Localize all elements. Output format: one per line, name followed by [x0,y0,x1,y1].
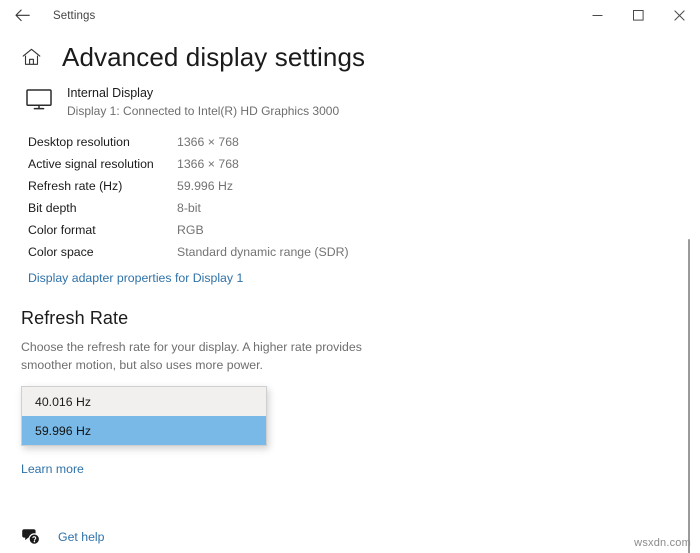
back-arrow-icon [14,9,30,22]
close-button[interactable] [659,0,700,31]
spec-value: 8-bit [177,201,201,216]
spec-label: Color format [28,223,96,238]
display-spec-table: Desktop resolution 1366 × 768 Active sig… [0,131,700,263]
learn-more-link[interactable]: Learn more [21,462,84,476]
learn-more-row: Learn more [0,460,700,478]
spec-label: Desktop resolution [28,135,130,150]
maximize-button[interactable] [618,0,659,31]
display-name: Internal Display [67,85,154,100]
table-row: Refresh rate (Hz) 59.996 Hz [28,175,700,197]
adapter-link-row: Display adapter properties for Display 1 [0,269,700,287]
spec-label: Color space [28,245,94,260]
scrollbar[interactable] [687,31,697,553]
minimize-button[interactable] [577,0,618,31]
option-label: 40.016 Hz [35,394,92,409]
display-text: Internal Display Display 1: Connected to… [67,85,339,121]
spec-label: Bit depth [28,201,77,216]
back-button[interactable] [0,0,44,31]
table-row: Bit depth 8-bit [28,197,700,219]
title-bar: Settings [0,0,700,31]
table-row: Desktop resolution 1366 × 768 [28,131,700,153]
get-help-button[interactable]: Get help [0,527,130,547]
monitor-icon [24,87,54,113]
display-info-block: Internal Display Display 1: Connected to… [0,85,700,121]
page-header: Advanced display settings [0,31,700,72]
refresh-rate-option-list[interactable]: 40.016 Hz 59.996 Hz [21,386,267,447]
table-row: Color space Standard dynamic range (SDR) [28,241,700,263]
table-row: Color format RGB [28,219,700,241]
display-subtitle: Display 1: Connected to Intel(R) HD Grap… [67,104,340,119]
spec-value: Standard dynamic range (SDR) [177,245,349,260]
app-title: Settings [53,9,96,22]
spec-value: 1366 × 768 [177,157,239,172]
scrollbar-thumb[interactable] [688,239,690,553]
get-help-label: Get help [58,530,105,545]
refresh-rate-option-0[interactable]: 40.016 Hz [22,387,266,416]
refresh-rate-dropdown[interactable]: 40.016 Hz 59.996 Hz [21,386,267,447]
spec-label: Active signal resolution [28,157,154,172]
close-icon [674,10,685,21]
table-row: Active signal resolution 1366 × 768 [28,153,700,175]
minimize-icon [592,10,603,21]
page-title: Advanced display settings [62,42,366,72]
spec-value: 1366 × 768 [177,135,239,150]
spec-value: RGB [177,223,204,238]
watermark: wsxdn.com [634,537,691,549]
home-icon[interactable] [18,44,44,70]
help-bubble-icon [20,527,42,547]
maximize-icon [633,10,644,21]
display-adapter-properties-link[interactable]: Display adapter properties for Display 1 [28,271,243,285]
refresh-rate-option-1[interactable]: 59.996 Hz [22,416,266,446]
spec-value: 59.996 Hz [177,179,234,194]
spec-label: Refresh rate (Hz) [28,179,123,194]
refresh-rate-description: Choose the refresh rate for your display… [21,340,362,373]
refresh-rate-heading: Refresh Rate [21,308,129,329]
page-content: Advanced display settings Internal Displ… [0,31,700,553]
window-controls [577,0,700,31]
option-label: 59.996 Hz [35,423,92,438]
